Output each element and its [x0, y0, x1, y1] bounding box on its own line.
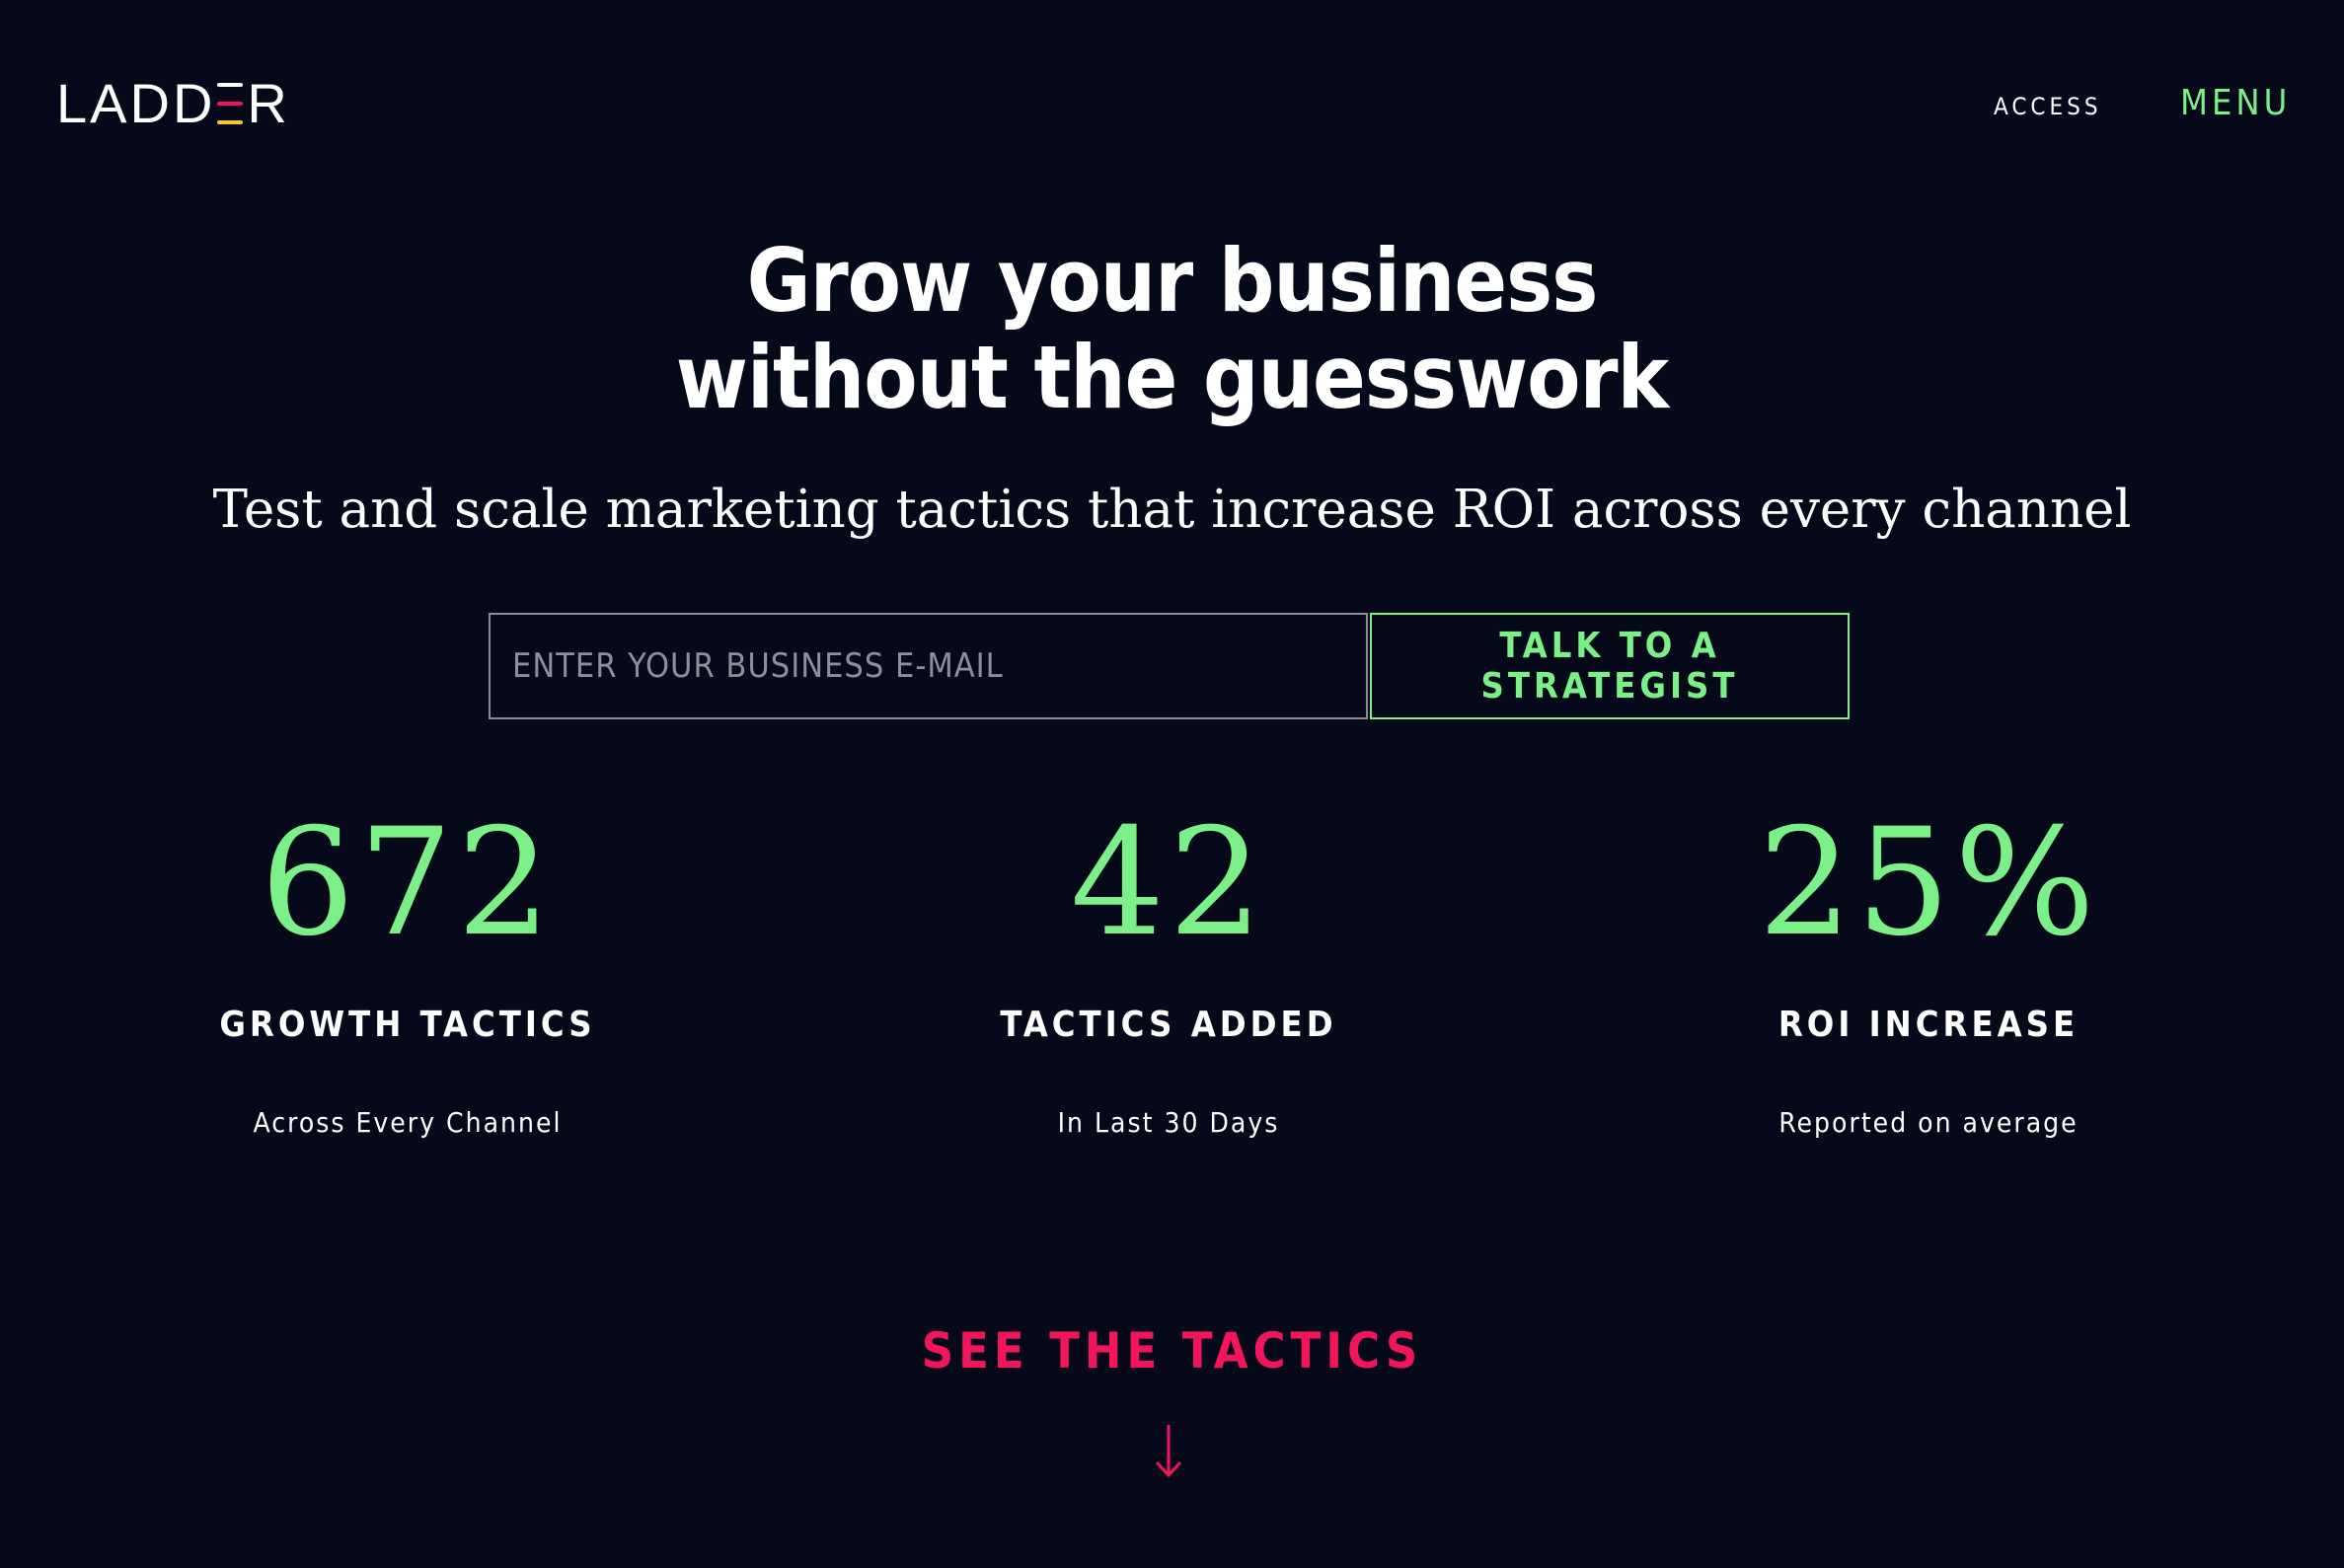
stat-label: GROWTH TACTICS	[219, 1005, 596, 1045]
logo-stripe-top	[217, 83, 244, 87]
hero-title-line-2: without the guesswork	[675, 327, 1669, 428]
stat-label: TACTICS ADDED	[1000, 1005, 1337, 1045]
stat-tactics-added: 42 TACTICS ADDED In Last 30 Days	[823, 799, 1514, 1139]
talk-to-strategist-button[interactable]: TALK TO A STRATEGIST	[1370, 613, 1850, 719]
see-the-tactics-link[interactable]: SEE THE TACTICS	[0, 1322, 2344, 1380]
landing-page: LADD R ACCESS MENU Grow your business wi…	[0, 0, 2344, 1568]
logo-text-start: LADD	[56, 72, 216, 134]
ladder-logo[interactable]: LADD R	[56, 72, 290, 134]
logo-stripe-bottom	[217, 120, 244, 124]
stat-caption: Across Every Channel	[253, 1106, 563, 1139]
nav-access-link[interactable]: ACCESS	[1994, 93, 2102, 120]
stat-caption: Reported on average	[1778, 1106, 2079, 1139]
business-email-input[interactable]	[489, 613, 1368, 719]
logo-stripe-middle	[217, 102, 244, 106]
stat-value: 672	[260, 797, 556, 969]
logo-text-end: R	[247, 72, 290, 134]
hero-title-line-1: Grow your business	[746, 230, 1599, 332]
stat-value: 42	[1070, 797, 1267, 969]
logo-e-stripes	[217, 83, 244, 124]
stat-growth-tactics: 672 GROWTH TACTICS Across Every Channel	[62, 799, 753, 1139]
stat-roi-increase: 25% ROI INCREASE Reported on average	[1583, 799, 2274, 1139]
arrow-down-icon[interactable]	[1151, 1421, 1186, 1480]
hero-title: Grow your business without the guesswork	[0, 233, 2344, 426]
nav-menu-button[interactable]: MENU	[2180, 83, 2291, 123]
stat-caption: In Last 30 Days	[1057, 1106, 1280, 1139]
hero-subtitle: Test and scale marketing tactics that in…	[212, 480, 2132, 540]
stat-label: ROI INCREASE	[1777, 1005, 2079, 1045]
stat-value: 25%	[1758, 797, 2099, 969]
